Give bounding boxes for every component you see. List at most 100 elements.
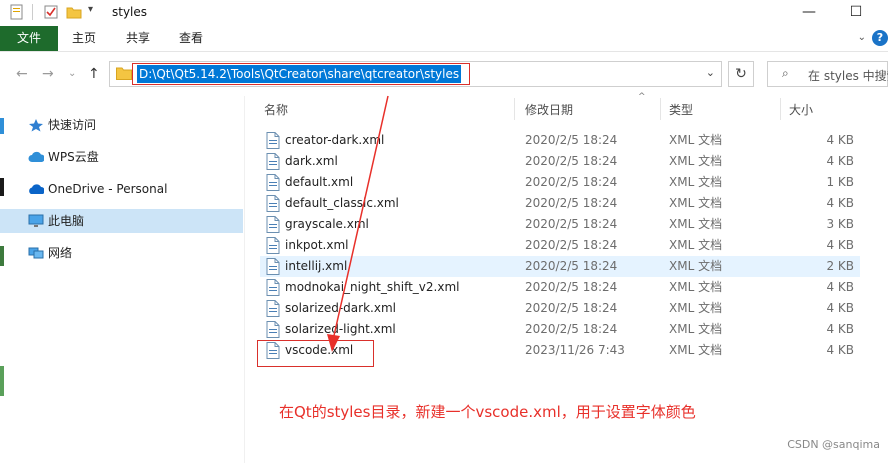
file-size: 3 KB — [826, 217, 854, 231]
file-date: 2020/2/5 18:24 — [525, 322, 618, 336]
tab-view[interactable]: 查看 — [169, 26, 213, 51]
tab-file[interactable]: 文件 — [0, 26, 58, 51]
annotation-box-vscode — [257, 340, 374, 367]
file-row[interactable]: solarized-light.xml 2020/2/5 18:24 XML 文档 4… — [260, 319, 860, 340]
column-header-date[interactable]: 修改日期 — [525, 99, 573, 121]
file-name: intellij.xml — [285, 259, 348, 273]
file-date: 2020/2/5 18:24 — [525, 196, 618, 210]
sidebar-item-this-pc[interactable]: 此电脑 — [0, 209, 243, 233]
minimize-button[interactable]: — — [796, 2, 822, 22]
sidebar-item-label: 网络 — [48, 246, 73, 260]
file-date: 2020/2/5 18:24 — [525, 175, 618, 189]
refresh-button[interactable]: ↻ — [728, 61, 754, 87]
sidebar-item-label: OneDrive - Personal — [48, 182, 168, 196]
sidebar-item-network[interactable]: 网络 — [0, 241, 243, 265]
file-date: 2020/2/5 18:24 — [525, 301, 618, 315]
file-name: solarized-dark.xml — [285, 301, 396, 315]
file-row[interactable]: default.xml 2020/2/5 18:24 XML 文档 1 KB — [260, 172, 860, 193]
column-header-name[interactable]: 名称 — [264, 99, 288, 121]
file-name: grayscale.xml — [285, 217, 369, 231]
maximize-button[interactable]: ☐ — [843, 2, 869, 22]
sidebar-item-label: 此电脑 — [48, 214, 85, 228]
xml-file-icon — [266, 300, 280, 317]
ribbon-tabs: 文件 主页 共享 查看 ⌄ ? — [0, 26, 888, 52]
file-name: solarized-light.xml — [285, 322, 396, 336]
column-divider[interactable] — [514, 98, 515, 120]
sort-indicator-icon: ^ — [638, 92, 646, 102]
properties-icon[interactable] — [10, 4, 24, 20]
column-divider[interactable] — [780, 98, 781, 120]
annotation-box-path — [132, 63, 470, 85]
recent-locations-icon[interactable]: ⌄ — [68, 68, 76, 79]
file-name: dark.xml — [285, 154, 338, 168]
file-name: modnokai_night_shift_v2.xml — [285, 280, 460, 294]
xml-file-icon — [266, 279, 280, 296]
divider-icon — [32, 4, 33, 20]
back-button[interactable]: ← — [16, 66, 28, 82]
file-date: 2020/2/5 18:24 — [525, 259, 618, 273]
new-folder-icon[interactable] — [66, 4, 82, 20]
xml-file-icon — [266, 174, 280, 191]
xml-file-icon — [266, 195, 280, 212]
column-divider[interactable] — [660, 98, 661, 120]
file-row[interactable]: grayscale.xml 2020/2/5 18:24 XML 文档 3 KB — [260, 214, 860, 235]
file-row[interactable]: modnokai_night_shift_v2.xml 2020/2/5 18:2… — [260, 277, 860, 298]
star-icon — [29, 119, 43, 132]
quick-access-dropdown-icon[interactable]: ▾ — [88, 4, 93, 20]
help-icon[interactable]: ? — [872, 30, 888, 46]
file-row[interactable]: inkpot.xml 2020/2/5 18:24 XML 文档 4 KB — [260, 235, 860, 256]
folder-icon — [116, 67, 132, 80]
file-type: XML 文档 — [669, 343, 723, 357]
file-name: inkpot.xml — [285, 238, 349, 252]
column-header-type[interactable]: 类型 — [669, 99, 693, 121]
ribbon-expand-icon[interactable]: ⌄ — [858, 32, 866, 43]
file-size: 4 KB — [826, 343, 854, 357]
file-date: 2020/2/5 18:24 — [525, 238, 618, 252]
xml-file-icon — [266, 237, 280, 254]
file-row[interactable]: dark.xml 2020/2/5 18:24 XML 文档 4 KB — [260, 151, 860, 172]
column-header-size[interactable]: 大小 — [789, 99, 813, 121]
onedrive-icon — [29, 184, 44, 194]
xml-file-icon — [266, 153, 280, 170]
file-size: 4 KB — [826, 301, 854, 315]
file-size: 4 KB — [826, 280, 854, 294]
sidebar-item-onedrive[interactable]: OneDrive - Personal — [0, 177, 243, 201]
window-title: styles — [112, 5, 148, 19]
xml-file-icon — [266, 321, 280, 338]
search-placeholder: 在 styles 中搜索 — [808, 69, 888, 83]
file-date: 2020/2/5 18:24 — [525, 280, 618, 294]
file-type: XML 文档 — [669, 133, 723, 147]
address-bar[interactable]: D:\Qt\Qt5.14.2\Tools\QtCreator\share\qtc… — [109, 61, 722, 87]
file-size: 4 KB — [826, 154, 854, 168]
tab-home[interactable]: 主页 — [62, 26, 106, 51]
file-size: 4 KB — [826, 238, 854, 252]
file-type: XML 文档 — [669, 196, 723, 210]
tab-share[interactable]: 共享 — [116, 26, 160, 51]
up-button[interactable]: ↑ — [88, 66, 100, 82]
file-date: 2020/2/5 18:24 — [525, 217, 618, 231]
forward-button[interactable]: → — [42, 66, 54, 82]
file-size: 4 KB — [826, 322, 854, 336]
address-dropdown-icon[interactable]: ⌄ — [706, 66, 715, 79]
file-date: 2020/2/5 18:24 — [525, 133, 618, 147]
file-type: XML 文档 — [669, 154, 723, 168]
file-row[interactable]: default_classic.xml 2020/2/5 18:24 XML 文档 4… — [260, 193, 860, 214]
file-size: 4 KB — [826, 133, 854, 147]
file-type: XML 文档 — [669, 259, 723, 273]
file-type: XML 文档 — [669, 301, 723, 315]
file-type: XML 文档 — [669, 217, 723, 231]
network-icon — [28, 247, 44, 259]
navigation-bar: ← → ⌄ ↑ D:\Qt\Qt5.14.2\Tools\QtCreator\s… — [0, 52, 888, 96]
sidebar-item-wps-cloud[interactable]: WPS云盘 — [0, 145, 243, 169]
checkbox-icon[interactable] — [44, 4, 58, 20]
file-row[interactable]: solarized-dark.xml 2020/2/5 18:24 XML 文档 4 … — [260, 298, 860, 319]
file-type: XML 文档 — [669, 322, 723, 336]
file-row[interactable]: creator-dark.xml 2020/2/5 18:24 XML 文档 4 KB — [260, 130, 860, 151]
xml-file-icon — [266, 216, 280, 233]
file-row[interactable]: intellij.xml 2020/2/5 18:24 XML 文档 2 KB — [260, 256, 860, 277]
file-size: 2 KB — [826, 259, 854, 273]
file-type: XML 文档 — [669, 280, 723, 294]
sidebar-item-quick-access[interactable]: 快速访问 — [0, 113, 243, 137]
search-input[interactable]: ⌕ 在 styles 中搜索 — [767, 61, 888, 87]
file-type: XML 文档 — [669, 175, 723, 189]
